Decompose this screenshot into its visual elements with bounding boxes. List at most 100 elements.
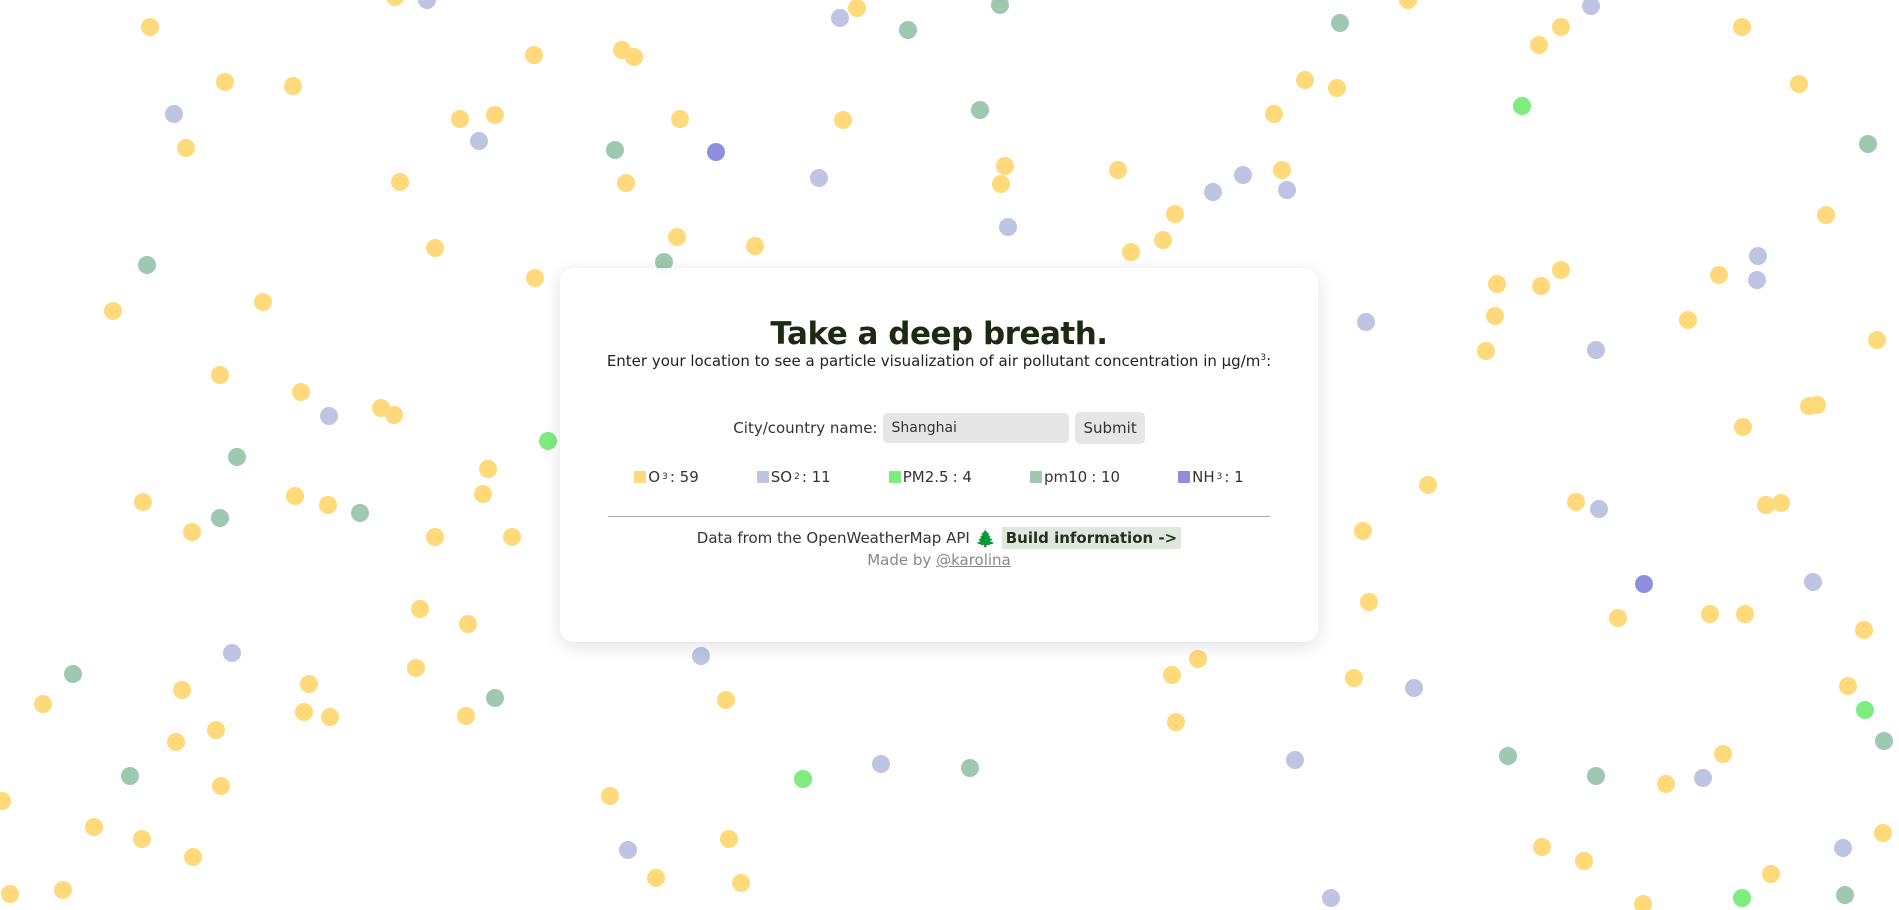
o3-particle	[133, 830, 151, 848]
pm10-particle	[121, 767, 139, 785]
divider	[608, 516, 1270, 517]
so2-particle	[1834, 839, 1852, 857]
pm25-particle	[1513, 97, 1531, 115]
pm10-particle	[486, 689, 504, 707]
so2-particle	[470, 132, 488, 150]
so2-particle	[1748, 271, 1766, 289]
so2-particle	[223, 644, 241, 662]
o3-swatch	[634, 471, 647, 483]
o3-particle	[0, 792, 11, 810]
pm25-swatch	[888, 471, 901, 483]
o3-particle	[1109, 161, 1127, 179]
o3-particle	[1345, 669, 1363, 687]
so2-particle	[1286, 751, 1304, 769]
o3-particle	[1532, 277, 1550, 295]
o3-particle	[254, 293, 272, 311]
city-input[interactable]	[883, 413, 1070, 443]
so2-particle	[1694, 769, 1712, 787]
o3-particle	[167, 733, 185, 751]
o3-particle	[457, 707, 475, 725]
so2-particle	[1405, 679, 1423, 697]
o3-particle	[451, 110, 469, 128]
o3-particle	[321, 708, 339, 726]
page-subtitle: Enter your location to see a particle vi…	[606, 352, 1272, 370]
so2-swatch	[756, 471, 769, 483]
location-form: City/country name: Submit	[560, 412, 1318, 444]
o3-particle	[717, 691, 735, 709]
pm10-particle	[228, 448, 246, 466]
o3-particle	[184, 848, 202, 866]
o3-particle	[1772, 494, 1790, 512]
pollutant-legend: O3: 59 SO 2: 11 PM2.5: 4 pm10: 10 NH 3: 1	[560, 468, 1318, 486]
o3-particle	[1530, 36, 1548, 54]
legend-item-so2: SO 2: 11	[756, 468, 831, 486]
o3-particle	[1486, 307, 1504, 325]
o3-particle	[1, 885, 19, 903]
o3-particle	[526, 269, 544, 287]
o3-particle	[617, 174, 635, 192]
so2-particle	[320, 407, 338, 425]
o3-particle	[1855, 621, 1873, 639]
o3-particle	[1354, 522, 1372, 540]
pm10-particle	[351, 504, 369, 522]
o3-particle	[1790, 75, 1808, 93]
o3-particle	[1736, 605, 1754, 623]
nh3-swatch	[1178, 471, 1191, 483]
o3-particle	[1166, 205, 1184, 223]
o3-particle	[1533, 838, 1551, 856]
o3-particle	[1360, 593, 1378, 611]
o3-particle	[173, 681, 191, 699]
o3-particle	[1154, 231, 1172, 249]
o3-particle	[1265, 105, 1283, 123]
o3-particle	[1762, 865, 1780, 883]
o3-particle	[319, 496, 337, 514]
o3-particle	[54, 881, 72, 899]
so2-particle	[1322, 889, 1340, 907]
o3-particle	[426, 528, 444, 546]
so2-particle	[831, 9, 849, 27]
o3-particle	[1552, 261, 1570, 279]
o3-particle	[1328, 79, 1346, 97]
author-link[interactable]: @karolina	[936, 551, 1011, 569]
o3-particle	[992, 175, 1010, 193]
so2-particle	[1749, 247, 1767, 265]
o3-particle	[671, 110, 689, 128]
o3-particle	[479, 460, 497, 478]
o3-particle	[104, 302, 122, 320]
o3-particle	[1874, 824, 1892, 842]
so2-particle	[1278, 181, 1296, 199]
main-card: Take a deep breath. Enter your location …	[560, 268, 1318, 642]
o3-particle	[732, 874, 750, 892]
o3-particle	[834, 111, 852, 129]
o3-particle	[34, 695, 52, 713]
so2-particle	[692, 647, 710, 665]
o3-particle	[1552, 18, 1570, 36]
o3-particle	[1296, 71, 1314, 89]
submit-button[interactable]: Submit	[1075, 412, 1145, 444]
o3-particle	[1734, 418, 1752, 436]
o3-particle	[1575, 852, 1593, 870]
o3-particle	[1679, 311, 1697, 329]
o3-particle	[207, 721, 225, 739]
o3-particle	[601, 787, 619, 805]
pm10-particle	[606, 141, 624, 159]
o3-particle	[211, 366, 229, 384]
pm10-particle	[1587, 767, 1605, 785]
o3-particle	[177, 139, 195, 157]
o3-particle	[385, 406, 403, 424]
o3-particle	[1399, 0, 1417, 9]
city-label: City/country name:	[733, 419, 878, 437]
tree-icon: 🌲	[975, 528, 996, 548]
pm10-particle	[1499, 747, 1517, 765]
pm10-swatch	[1029, 471, 1042, 483]
o3-particle	[746, 237, 764, 255]
o3-particle	[1710, 266, 1728, 284]
o3-particle	[486, 106, 504, 124]
o3-particle	[1868, 331, 1886, 349]
so2-particle	[1804, 573, 1822, 591]
build-information-link[interactable]: Build information ->	[1001, 527, 1182, 549]
o3-particle	[286, 487, 304, 505]
pm10-particle	[1331, 14, 1349, 32]
o3-particle	[85, 818, 103, 836]
o3-particle	[525, 46, 543, 64]
